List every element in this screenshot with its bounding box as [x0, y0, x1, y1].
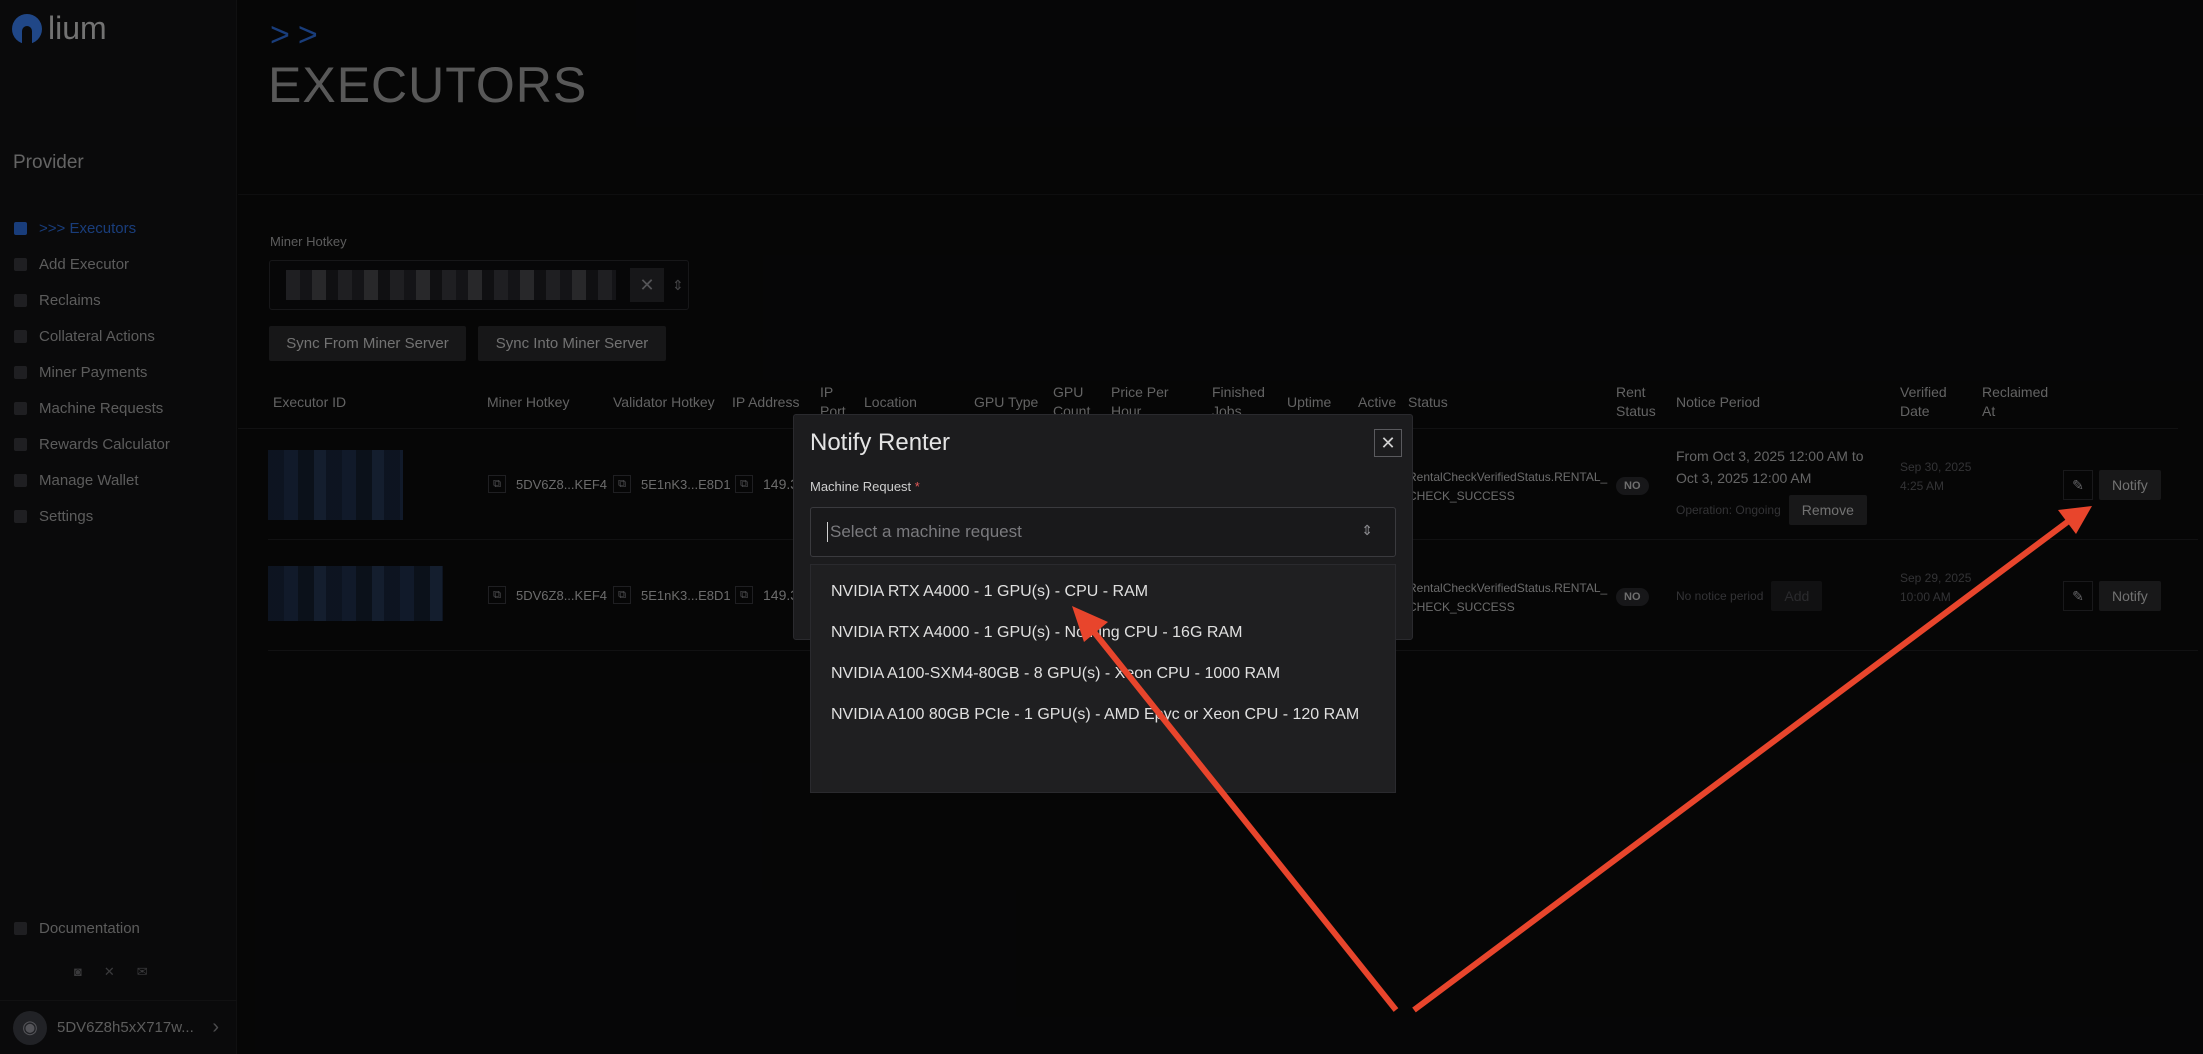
required-mark: * — [914, 479, 920, 494]
dropdown-option[interactable]: NVIDIA A100 80GB PCIe - 1 GPU(s) - AMD E… — [811, 694, 1395, 735]
text-cursor — [827, 522, 828, 542]
machine-request-select[interactable]: Select a machine request ⇕ — [810, 507, 1396, 557]
select-placeholder: Select a machine request — [830, 522, 1022, 541]
dropdown-option[interactable]: NVIDIA RTX A4000 - 1 GPU(s) - Nothing CP… — [811, 612, 1395, 653]
field-label-text: Machine Request — [810, 479, 912, 494]
machine-request-dropdown: NVIDIA RTX A4000 - 1 GPU(s) - CPU - RAM … — [810, 564, 1396, 793]
machine-request-label: Machine Request * — [810, 479, 920, 494]
dropdown-option[interactable]: NVIDIA RTX A4000 - 1 GPU(s) - CPU - RAM — [811, 565, 1395, 612]
chevron-updown-icon: ⇕ — [1361, 522, 1373, 538]
dropdown-option[interactable]: NVIDIA A100-SXM4-80GB - 8 GPU(s) - Xeon … — [811, 653, 1395, 694]
modal-title: Notify Renter — [810, 429, 951, 456]
close-icon[interactable]: ✕ — [1374, 429, 1402, 457]
